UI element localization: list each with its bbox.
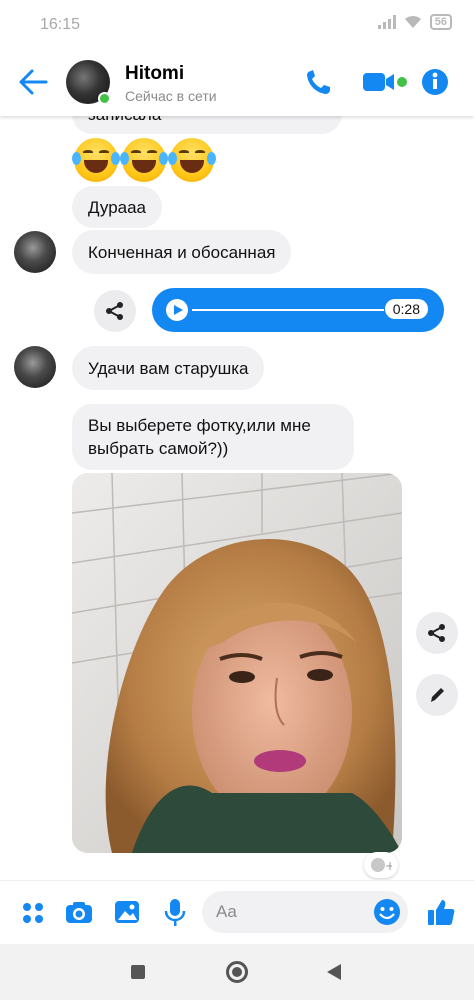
like-icon[interactable] [426, 897, 456, 927]
add-reaction-button[interactable]: + [364, 852, 398, 878]
online-status-dot [98, 92, 111, 105]
status-bar: 16:15 56 [0, 0, 474, 48]
battery-indicator: 56 [429, 14, 452, 30]
message-composer: Aa [0, 880, 474, 944]
wifi-icon [404, 15, 421, 28]
video-icon[interactable] [360, 66, 408, 98]
message-bubble[interactable]: записала [72, 116, 342, 134]
photo-message[interactable] [72, 473, 402, 853]
chat-header: Hitomi Сейчас в сети [0, 48, 474, 116]
messenger-chat-screen: 16:15 56 Hitomi Сейчас в сети Дурааа Кон… [0, 0, 474, 1000]
message-text: Конченная и обосанная [88, 242, 276, 262]
sender-avatar[interactable] [14, 231, 56, 273]
apps-icon[interactable] [18, 897, 48, 927]
share-button[interactable] [416, 612, 458, 654]
audio-progress-track[interactable] [192, 309, 384, 311]
mic-icon[interactable] [160, 897, 190, 927]
message-list[interactable]: записала Дурааа Конченная и обосанная [0, 116, 474, 880]
message-bubble[interactable]: Удачи вам старушка [72, 346, 265, 390]
audio-duration: 0:28 [384, 299, 428, 319]
sender-avatar[interactable] [14, 346, 56, 388]
status-icons: 56 [377, 14, 452, 30]
system-navigation-bar [0, 944, 474, 1000]
smiley-plus-icon: + [371, 858, 392, 873]
share-button[interactable] [94, 290, 136, 332]
contact-status: Сейчас в сети [125, 88, 217, 104]
status-time: 16:15 [40, 16, 81, 33]
message-text: записала [88, 116, 161, 126]
home-button[interactable] [226, 961, 248, 983]
message-input-placeholder: Aa [216, 902, 237, 921]
laughing-emoji-icon [72, 138, 120, 182]
edit-button[interactable] [416, 674, 458, 716]
recents-button[interactable] [131, 965, 145, 979]
message-bubble[interactable]: Вы выберете фотку,или мне выбрать самой?… [72, 404, 354, 470]
message-text: Удачи вам старушка [88, 358, 249, 378]
share-icon [106, 302, 123, 320]
svg-text:+: + [385, 859, 392, 873]
emoji-icon[interactable] [372, 897, 402, 927]
back-button[interactable] [327, 964, 341, 980]
signal-icon [377, 15, 396, 29]
message-bubble[interactable]: Конченная и обосанная [72, 230, 292, 274]
selfie-photo [72, 473, 402, 853]
play-button[interactable] [166, 299, 188, 321]
message-text: Дурааа [88, 197, 147, 217]
camera-icon[interactable] [64, 897, 94, 927]
info-icon[interactable] [420, 66, 454, 98]
edit-icon [431, 688, 444, 702]
gallery-icon[interactable] [112, 897, 142, 927]
laughing-emoji-icon [120, 138, 168, 182]
back-arrow-icon[interactable] [18, 68, 48, 96]
message-bubble[interactable]: Дурааа [72, 186, 163, 228]
laughing-emoji-icon [168, 138, 216, 182]
phone-icon[interactable] [302, 66, 336, 98]
message-text: Вы выберете фотку,или мне выбрать самой?… [88, 416, 311, 458]
audio-message[interactable]: 0:28 [152, 288, 444, 332]
share-icon [428, 624, 445, 642]
contact-name[interactable]: Hitomi [125, 63, 184, 85]
